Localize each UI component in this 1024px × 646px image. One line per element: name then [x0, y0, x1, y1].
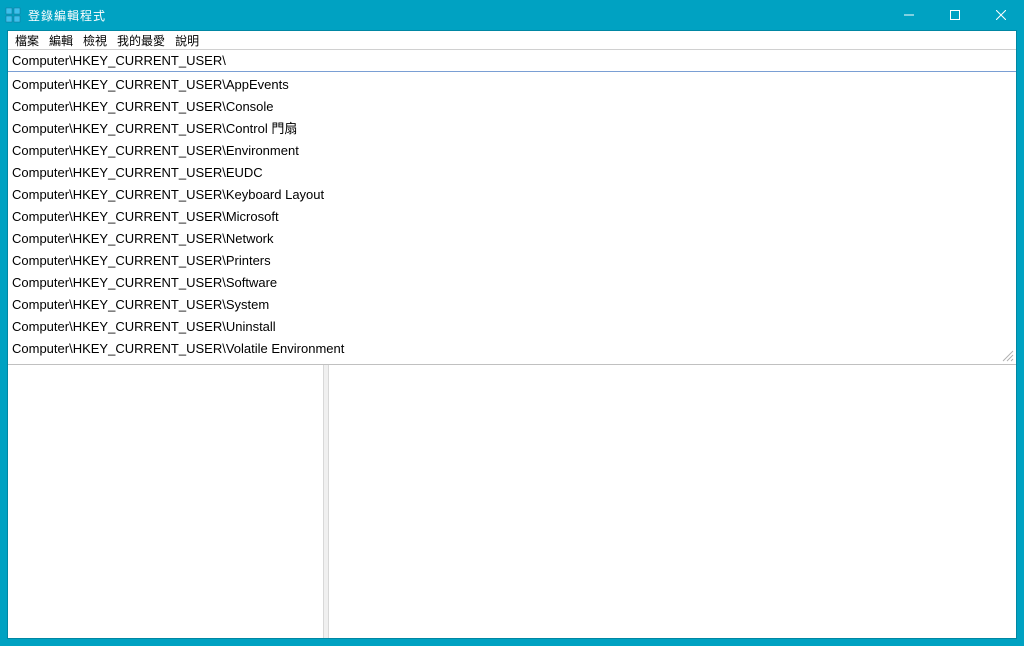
resize-grip-icon: [1000, 348, 1014, 362]
app-icon: [0, 7, 26, 23]
autocomplete-item[interactable]: Computer\HKEY_CURRENT_USER\Uninstall: [8, 316, 1016, 338]
address-input[interactable]: [8, 50, 1016, 71]
address-bar: [8, 50, 1016, 72]
values-pane[interactable]: [329, 365, 1016, 638]
autocomplete-dropdown: Computer\HKEY_CURRENT_USER\AppEvents Com…: [8, 72, 1016, 365]
close-icon: [996, 10, 1006, 20]
main-panes: [8, 365, 1016, 638]
autocomplete-item[interactable]: Computer\HKEY_CURRENT_USER\Volatile Envi…: [8, 338, 1016, 360]
autocomplete-item[interactable]: Computer\HKEY_CURRENT_USER\Environment: [8, 140, 1016, 162]
resize-grip[interactable]: [1000, 348, 1014, 362]
maximize-button[interactable]: [932, 0, 978, 30]
autocomplete-item[interactable]: Computer\HKEY_CURRENT_USER\Console: [8, 96, 1016, 118]
autocomplete-item[interactable]: Computer\HKEY_CURRENT_USER\Microsoft: [8, 206, 1016, 228]
menubar: 檔案 編輯 檢視 我的最愛 說明: [8, 31, 1016, 50]
autocomplete-item[interactable]: Computer\HKEY_CURRENT_USER\Keyboard Layo…: [8, 184, 1016, 206]
autocomplete-item[interactable]: Computer\HKEY_CURRENT_USER\System: [8, 294, 1016, 316]
minimize-icon: [904, 10, 914, 20]
titlebar[interactable]: 登錄編輯程式: [0, 0, 1024, 30]
client-area: 檔案 編輯 檢視 我的最愛 說明 Computer\HKEY_CURRENT_U…: [7, 30, 1017, 639]
tree-pane[interactable]: [8, 365, 324, 638]
app-window: 登錄編輯程式 檔案 編輯 檢視 我的最愛 說明 Computer\HKEY_CU…: [0, 0, 1024, 646]
close-button[interactable]: [978, 0, 1024, 30]
menu-file[interactable]: 檔案: [10, 31, 44, 50]
autocomplete-item[interactable]: Computer\HKEY_CURRENT_USER\Network: [8, 228, 1016, 250]
autocomplete-item[interactable]: Computer\HKEY_CURRENT_USER\Software: [8, 272, 1016, 294]
autocomplete-item[interactable]: Computer\HKEY_CURRENT_USER\AppEvents: [8, 74, 1016, 96]
autocomplete-item[interactable]: Computer\HKEY_CURRENT_USER\EUDC: [8, 162, 1016, 184]
menu-edit[interactable]: 編輯: [44, 31, 78, 50]
maximize-icon: [950, 10, 960, 20]
autocomplete-item[interactable]: Computer\HKEY_CURRENT_USER\Printers: [8, 250, 1016, 272]
menu-view[interactable]: 檢視: [78, 31, 112, 50]
menu-favorites[interactable]: 我的最愛: [112, 31, 170, 50]
autocomplete-item[interactable]: Computer\HKEY_CURRENT_USER\Control 門扇: [8, 118, 1016, 140]
menu-help[interactable]: 說明: [170, 31, 204, 50]
minimize-button[interactable]: [886, 0, 932, 30]
window-title: 登錄編輯程式: [26, 7, 106, 24]
